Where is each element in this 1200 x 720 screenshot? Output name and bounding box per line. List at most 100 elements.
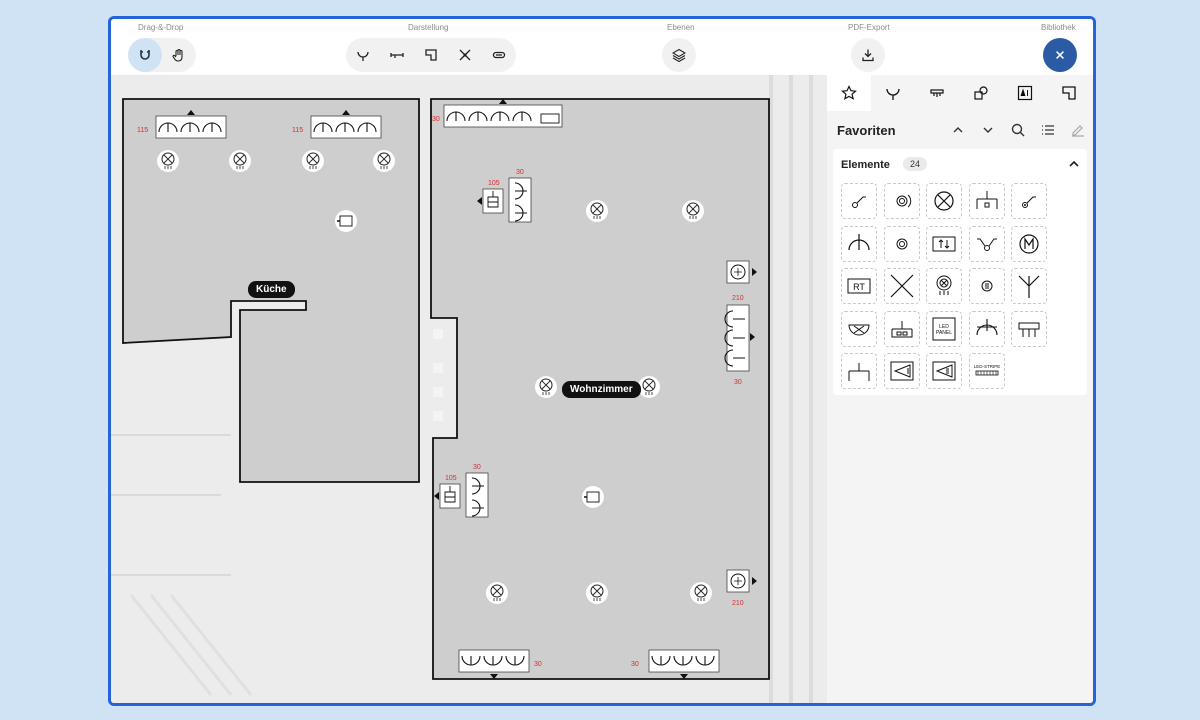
- element-two-way-switch[interactable]: [968, 225, 1005, 262]
- darstellung-group: [346, 38, 516, 72]
- pdf-export-label: PDF-Export: [848, 23, 890, 32]
- switch-wohnzimmer[interactable]: [582, 486, 604, 508]
- dimension-label: 30: [631, 661, 639, 668]
- search-icon[interactable]: [1009, 121, 1027, 139]
- dimension-label: 30: [734, 379, 742, 386]
- edit-icon[interactable]: [1069, 121, 1087, 139]
- dimension-label: 30: [432, 116, 440, 123]
- element-thermostat[interactable]: RT: [841, 268, 877, 304]
- ceiling-lamp[interactable]: [585, 199, 609, 223]
- led-strip-icon: LED-STRIPE: [973, 364, 1000, 376]
- ceiling-lamp[interactable]: [681, 199, 705, 223]
- text-box-icon: [1017, 85, 1033, 101]
- dimension-view-button[interactable]: [380, 38, 414, 72]
- ebenen-group: [662, 38, 696, 72]
- element-switch[interactable]: [841, 183, 877, 219]
- tab-lighting[interactable]: [915, 75, 959, 111]
- pushbutton-icon: [896, 238, 907, 249]
- chevron-up-icon[interactable]: [949, 121, 967, 139]
- hand-tool-button[interactable]: [162, 38, 196, 72]
- pdf-export-button[interactable]: [851, 38, 885, 72]
- tab-sockets[interactable]: [871, 75, 915, 111]
- chevron-up-icon[interactable]: [1067, 157, 1081, 171]
- socket-view-button[interactable]: [346, 38, 380, 72]
- dimension-label: 210: [732, 295, 744, 302]
- element-wall-light[interactable]: [841, 310, 877, 347]
- ceiling-lamp[interactable]: [372, 149, 396, 173]
- pdf-export-group: [851, 38, 885, 72]
- room-label-wohnzimmer[interactable]: Wohnzimmer: [562, 381, 641, 398]
- element-spot[interactable]: [883, 353, 920, 389]
- dimension-label: 105: [445, 475, 457, 482]
- switch-icon: [1022, 196, 1036, 208]
- element-led-strip[interactable]: LED-STRIPE: [968, 353, 1005, 389]
- tab-text[interactable]: [1003, 75, 1047, 111]
- cross-icon: [890, 274, 913, 298]
- ebenen-label: Ebenen: [667, 23, 695, 32]
- single-socket-icon: [975, 318, 998, 335]
- element-rotary-switch[interactable]: [968, 268, 1005, 304]
- download-icon: [862, 49, 874, 62]
- element-lamp[interactable]: [926, 183, 962, 219]
- link-icon: [492, 51, 506, 59]
- top-toolbar: Drag-&-Drop Darstellung Ebenen PDF-Expor…: [111, 19, 1093, 75]
- element-antenna-socket[interactable]: [1011, 268, 1047, 304]
- room-outline-icon: [425, 49, 437, 61]
- element-spot-2[interactable]: [926, 353, 962, 389]
- wall-light-icon: [848, 324, 870, 335]
- shapes-icon: [974, 86, 988, 100]
- dimension-label: 30: [473, 464, 481, 471]
- elements-card: Elemente 24 RT LED PANEL LED-STRIPE: [833, 149, 1087, 395]
- element-motor[interactable]: [1011, 225, 1047, 262]
- list-icon[interactable]: [1039, 121, 1057, 139]
- dimension-icon: [390, 53, 404, 58]
- svg-text:LED-STRIPE: LED-STRIPE: [973, 364, 1000, 369]
- layers-button[interactable]: [662, 38, 696, 72]
- floorplan-canvas[interactable]: 115 115 30 30 105 210 30 105 30 210 30 3…: [111, 75, 827, 703]
- ceiling-lamp[interactable]: [534, 375, 558, 399]
- switch-two-way-icon: [976, 238, 997, 251]
- magnet-tool-button[interactable]: [128, 38, 162, 72]
- wiring-view-button[interactable]: [448, 38, 482, 72]
- element-pushbutton[interactable]: [883, 225, 920, 262]
- room-view-button[interactable]: [414, 38, 448, 72]
- element-ceiling-light[interactable]: [926, 268, 962, 304]
- chevron-down-icon[interactable]: [979, 121, 997, 139]
- tab-rooms[interactable]: [1047, 75, 1091, 111]
- tab-shapes[interactable]: [959, 75, 1003, 111]
- ceiling-lamp[interactable]: [485, 581, 509, 605]
- element-dimmer[interactable]: [883, 183, 920, 219]
- floorplan: 115 115 30 30 105 210 30 105 30 210 30 3…: [111, 75, 827, 703]
- element-led-panel[interactable]: LED PANEL: [926, 310, 962, 347]
- ceiling-lamp[interactable]: [585, 581, 609, 605]
- close-icon: [1056, 51, 1064, 59]
- ceiling-lamp[interactable]: [689, 581, 713, 605]
- elements-title: Elemente: [841, 159, 890, 171]
- element-shutter[interactable]: [926, 225, 962, 262]
- switch-kueche[interactable]: [335, 210, 357, 232]
- elements-count-badge: 24: [903, 157, 928, 171]
- close-library-button[interactable]: [1043, 38, 1077, 72]
- element-socket-base[interactable]: [883, 310, 920, 347]
- element-socket-box[interactable]: [968, 183, 1005, 219]
- element-antenna[interactable]: [841, 225, 877, 262]
- library-sidebar: Favoriten Elemente 24 RT LED PANEL LED-S…: [827, 75, 1093, 703]
- element-bracket[interactable]: [1011, 310, 1047, 347]
- bibliothek-label: Bibliothek: [1041, 23, 1076, 32]
- room-label-kueche[interactable]: Küche: [248, 281, 295, 298]
- element-base[interactable]: [841, 353, 877, 389]
- drag-drop-label: Drag-&-Drop: [138, 23, 184, 32]
- link-view-button[interactable]: [482, 38, 516, 72]
- dimmer-icon: [896, 194, 911, 208]
- lamp-icon: [934, 191, 954, 211]
- room-outline-icon: [1062, 86, 1076, 100]
- ceiling-lamp[interactable]: [637, 375, 661, 399]
- ceiling-lamp[interactable]: [228, 149, 252, 173]
- dimension-label: 30: [516, 169, 524, 176]
- tab-favorites[interactable]: [827, 75, 871, 111]
- element-single-socket[interactable]: [968, 310, 1005, 347]
- ceiling-lamp[interactable]: [156, 149, 180, 173]
- element-switch-2[interactable]: [1011, 183, 1047, 219]
- ceiling-lamp[interactable]: [301, 149, 325, 173]
- element-cross[interactable]: [883, 268, 920, 304]
